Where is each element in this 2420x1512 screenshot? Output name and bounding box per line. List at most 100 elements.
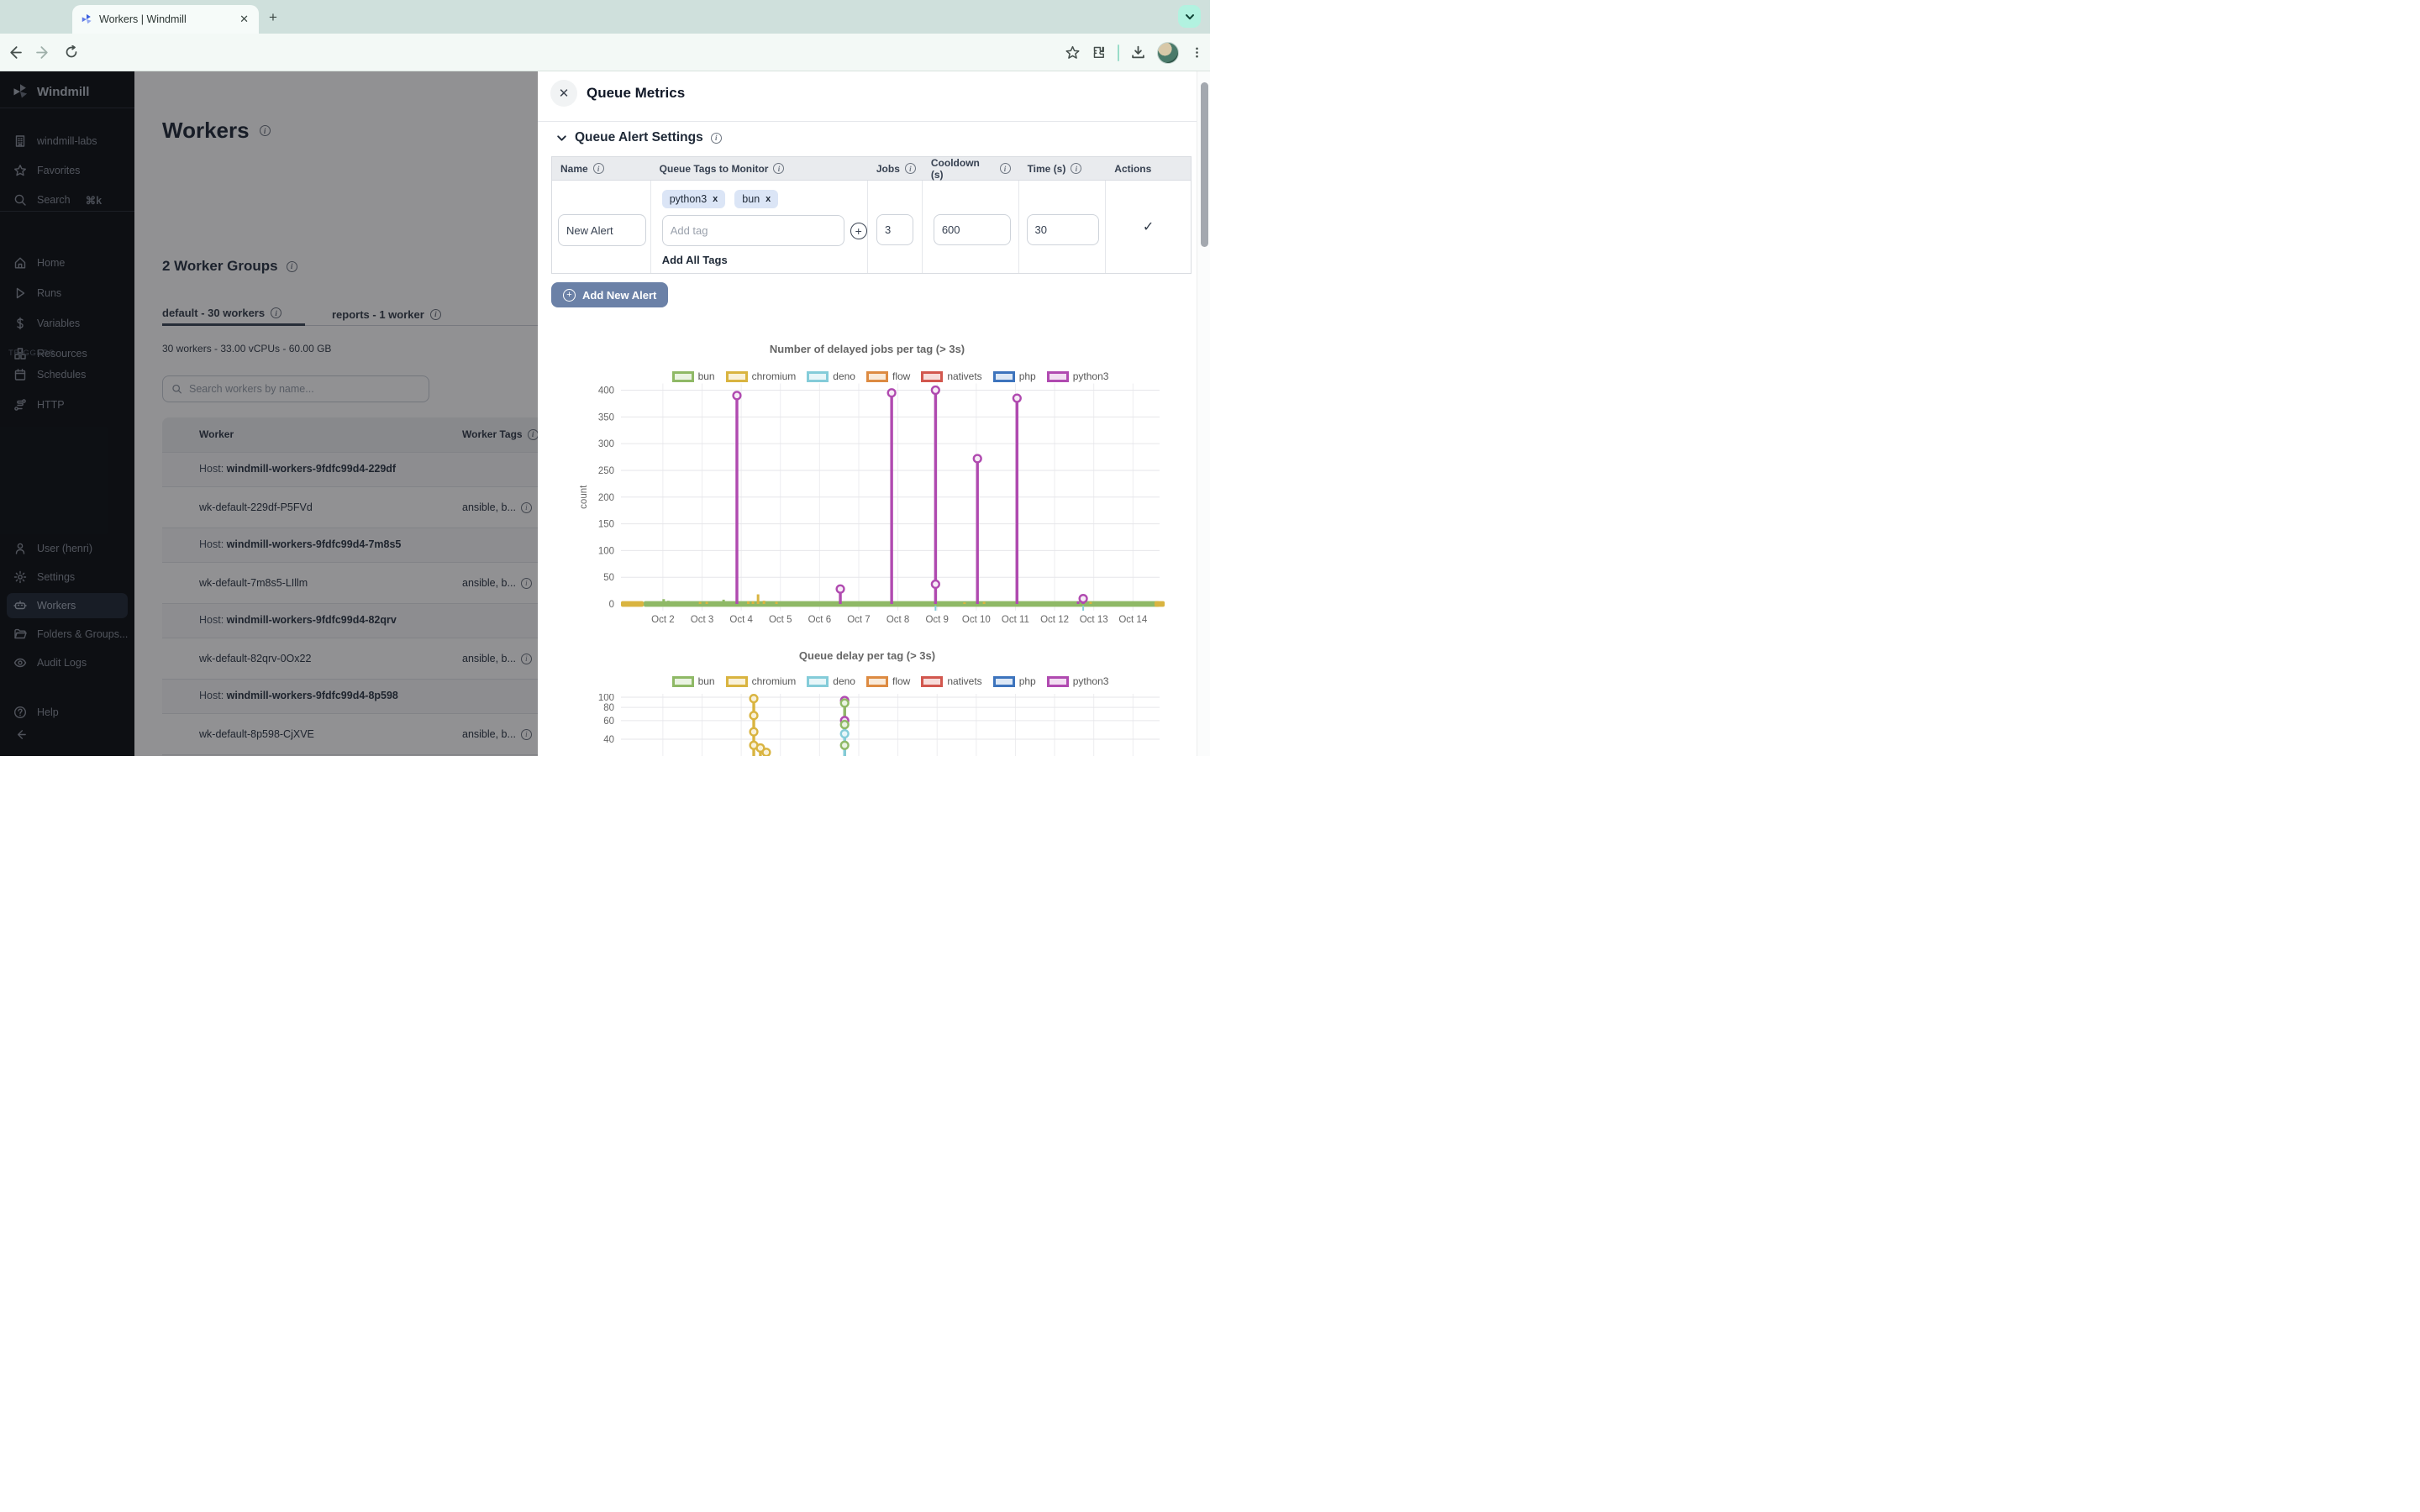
svg-text:count: count (579, 485, 589, 509)
toolbar-separator (1118, 45, 1119, 61)
forward-icon[interactable] (29, 45, 57, 60)
drawer-close-icon[interactable]: ✕ (550, 80, 577, 107)
legend-swatch (672, 676, 694, 687)
alert-settings-info-icon[interactable]: i (711, 133, 722, 144)
page-scrollbar[interactable] (1197, 71, 1210, 756)
cooldown-input[interactable] (934, 214, 1011, 245)
header-info-icon[interactable]: i (593, 163, 604, 174)
svg-text:300: 300 (598, 439, 614, 449)
extensions-puzzle-icon[interactable] (1092, 45, 1106, 60)
header-info-icon[interactable]: i (773, 163, 784, 174)
tag-chip-bun[interactable]: bunx (734, 190, 778, 208)
drawer-divider (538, 121, 1197, 122)
chart2-legend: bun chromium deno flow nativets php python3 (621, 675, 1160, 687)
alert-header-actions: Actions (1106, 157, 1191, 180)
browser-menu-dots-icon[interactable] (1191, 46, 1203, 59)
remove-tag-icon[interactable]: x (765, 194, 771, 204)
scrollbar-thumb[interactable] (1201, 82, 1208, 247)
svg-text:Oct 2: Oct 2 (651, 615, 674, 625)
toolbar-actions (1065, 34, 1203, 71)
time-input[interactable] (1027, 214, 1099, 245)
legend-swatch (726, 676, 748, 687)
header-info-icon[interactable]: i (1071, 163, 1081, 174)
svg-text:Oct 10: Oct 10 (962, 615, 991, 625)
add-tag-plus-icon[interactable]: + (850, 223, 867, 239)
drawer-title: Queue Metrics (587, 85, 685, 102)
back-icon[interactable] (0, 45, 29, 60)
chart2-title: Queue delay per tag (> 3s) (538, 649, 1197, 662)
legend-swatch (921, 676, 943, 687)
queue-alert-settings-section[interactable]: Queue Alert Settings i (556, 130, 722, 145)
svg-text:80: 80 (603, 703, 614, 713)
chart1-title: Number of delayed jobs per tag (> 3s) (538, 343, 1197, 355)
svg-text:150: 150 (598, 520, 614, 530)
add-tag-input[interactable] (662, 215, 844, 246)
svg-text:Oct 7: Oct 7 (847, 615, 870, 625)
delayed-jobs-chart: 0 50 100 150 200 250 300 350 400 Oct 2 Oct 3 Oct 4 O… (538, 378, 1197, 630)
alert-header-cooldown-s: Cooldown (s)i (923, 157, 1019, 180)
svg-text:40: 40 (603, 735, 614, 745)
header-info-icon[interactable]: i (905, 163, 916, 174)
legend-item-deno[interactable]: deno (807, 675, 855, 687)
alert-name-input[interactable] (558, 214, 646, 246)
windmill-favicon (81, 13, 92, 25)
svg-text:Oct 6: Oct 6 (808, 615, 831, 625)
svg-text:Oct 5: Oct 5 (769, 615, 792, 625)
alert-actions-cell: ✓ (1106, 181, 1191, 273)
svg-text:0: 0 (609, 600, 614, 610)
legend-item-php[interactable]: php (993, 675, 1036, 687)
svg-text:Oct 11: Oct 11 (1002, 615, 1029, 625)
svg-text:Oct 13: Oct 13 (1080, 615, 1108, 625)
alert-name-cell (552, 181, 651, 273)
browser-profile-chevron-icon[interactable] (1178, 5, 1201, 28)
svg-text:400: 400 (598, 386, 614, 396)
alert-settings-table: NameiQueue Tags to MonitoriJobsiCooldown… (551, 156, 1192, 274)
tab-close-icon[interactable]: ✕ (238, 13, 250, 26)
legend-item-python3[interactable]: python3 (1047, 675, 1109, 687)
svg-text:Oct 9: Oct 9 (925, 615, 948, 625)
svg-text:200: 200 (598, 493, 614, 503)
queue-metrics-drawer: ✕ Queue Metrics Queue Alert Settings i N… (538, 71, 1197, 756)
confirm-check-icon[interactable]: ✓ (1143, 218, 1154, 235)
header-info-icon[interactable]: i (1000, 163, 1011, 174)
chevron-down-icon (556, 133, 567, 144)
browser-toolbar (0, 34, 1210, 71)
new-tab-icon[interactable]: + (269, 10, 277, 24)
browser-tab[interactable]: Workers | Windmill ✕ (72, 5, 259, 34)
legend-item-bun[interactable]: bun (672, 675, 715, 687)
browser-avatar[interactable] (1157, 42, 1179, 64)
svg-text:60: 60 (603, 717, 614, 727)
svg-text:50: 50 (603, 573, 614, 583)
legend-item-nativets[interactable]: nativets (921, 675, 981, 687)
plus-icon: + (563, 289, 576, 302)
alert-header-queue-tags-to-monitor: Queue Tags to Monitori (651, 157, 868, 180)
svg-text:250: 250 (598, 466, 614, 476)
remove-tag-icon[interactable]: x (713, 194, 718, 204)
tab-title: Workers | Windmill (99, 13, 231, 25)
svg-text:Oct 3: Oct 3 (691, 615, 713, 625)
alert-header-time-s: Time (s)i (1019, 157, 1107, 180)
legend-item-flow[interactable]: flow (866, 675, 910, 687)
legend-swatch (993, 676, 1015, 687)
svg-text:100: 100 (598, 694, 614, 703)
legend-swatch (1047, 676, 1069, 687)
svg-text:100: 100 (598, 546, 614, 556)
jobs-input[interactable] (876, 214, 913, 245)
bookmark-star-icon[interactable] (1065, 45, 1080, 60)
legend-swatch (807, 676, 829, 687)
alert-header-jobs: Jobsi (868, 157, 923, 180)
alert-time-cell (1019, 181, 1107, 273)
alert-jobs-cell (868, 181, 923, 273)
alert-cooldown-cell (923, 181, 1019, 273)
legend-swatch (866, 676, 888, 687)
reload-icon[interactable] (57, 45, 86, 59)
tag-chip-python3[interactable]: python3x (662, 190, 726, 208)
downloads-icon[interactable] (1131, 45, 1145, 60)
add-new-alert-button[interactable]: + Add New Alert (551, 282, 668, 307)
svg-text:350: 350 (598, 412, 614, 423)
svg-text:Oct 4: Oct 4 (729, 615, 753, 625)
add-all-tags-link[interactable]: Add All Tags (662, 254, 728, 266)
legend-item-chromium[interactable]: chromium (726, 675, 797, 687)
queue-delay-chart: 10080 60 40 (538, 694, 1197, 756)
svg-text:Oct 14: Oct 14 (1118, 615, 1147, 625)
